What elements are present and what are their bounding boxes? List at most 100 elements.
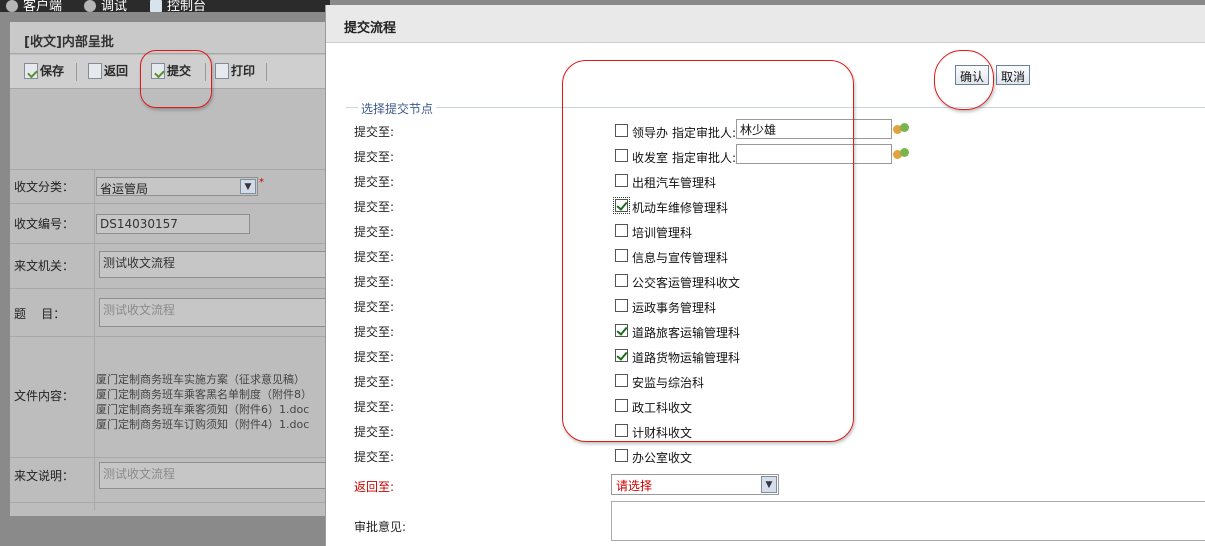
toolbar-divider [76,63,77,81]
print-button[interactable]: 打印 [215,62,255,79]
submit-to-label: 提交至: [354,350,395,364]
number-label: 收文编号： [14,217,75,231]
gear-icon [6,0,18,12]
topbar-item-client[interactable]: 客户端 [6,0,62,12]
form-column-divider [94,169,95,510]
node-name: 运政事务管理科 [632,301,717,315]
submit-to-label: 提交至: [354,200,395,214]
form-row-divider [10,502,330,503]
node-label: 公交客运管理科收文 [632,274,740,291]
topbar-item-console[interactable]: 控制台 [150,0,206,12]
chevron-down-icon: ▼ [761,476,777,493]
submit-to-label: 提交至: [354,175,395,189]
node-name: 公交客运管理科收文 [632,276,741,290]
form-row-divider [10,457,330,458]
node-name: 安监与综治科 [632,376,705,390]
node-name: 办公室收文 [632,451,693,465]
node-label: 道路货物运输管理科 [632,349,740,366]
submit-to-label: 提交至: [354,225,395,239]
fieldset-border [346,107,1205,108]
node-label: 运政事务管理科 [632,299,716,316]
node-label: 出租汽车管理科 [632,174,716,191]
node-checkbox[interactable] [615,374,628,387]
back-button[interactable]: 返回 [88,62,128,79]
document-link[interactable]: 厦门定制商务班车实施方案（征求意见稿） [96,372,312,387]
document-link[interactable]: 厦门定制商务班车乘客须知（附件6）1.doc [96,402,312,417]
gear-icon [84,0,96,12]
submit-icon [151,63,165,79]
node-checkbox[interactable] [615,124,628,137]
subject-field[interactable]: 测试收文流程 [99,298,330,327]
node-label: 道路旅客运输管理科 [632,324,740,341]
approver-input[interactable] [736,144,892,164]
opinion-label: 审批意见: [354,520,407,534]
form-toolbar: 保存 返回 提交 打印 [10,55,330,89]
node-label: 信息与宣传管理科 [632,249,728,266]
user-picker-icon[interactable] [893,147,909,161]
agency-label: 来文机关： [14,259,75,273]
form-window: [收文]内部呈批 保存 返回 提交 打印 1 收文分类： 收文编号： 来文机关：… [10,22,330,516]
node-checkbox[interactable] [615,324,628,337]
node-checkbox[interactable] [615,274,628,287]
node-name: 政工科收文 [632,401,693,415]
node-checkbox[interactable] [615,449,628,462]
note-label: 来文说明： [14,469,75,483]
node-name: 信息与宣传管理科 [632,251,729,265]
document-link[interactable]: 厦门定制商务班车订购须知（附件4）1.doc [96,417,312,432]
node-checkbox[interactable] [615,174,628,187]
category-label: 收文分类： [14,180,75,194]
note-field[interactable]: 测试收文流程 [99,462,330,489]
node-checkbox[interactable] [613,197,630,214]
fieldset-legend: 选择提交节点 [358,100,437,117]
back-icon [88,63,102,79]
node-checkbox[interactable] [615,349,628,362]
node-checkbox[interactable] [615,399,628,412]
save-icon [24,63,38,79]
document-list: 厦门定制商务班车实施方案（征求意见稿） 厦门定制商务班车乘客黑名单制度（附件8）… [96,372,312,432]
submit-to-label: 提交至: [354,125,395,139]
toolbar-divider [266,63,267,81]
node-checkbox[interactable] [615,224,628,237]
console-icon [150,0,162,12]
node-name: 出租汽车管理科 [632,176,717,190]
approver-input[interactable]: 林少雄 [736,119,892,139]
node-checkbox[interactable] [615,299,628,312]
user-picker-icon[interactable] [893,122,909,136]
node-name: 计财科收文 [632,426,693,440]
submit-to-label: 提交至: [354,450,395,464]
submit-to-label: 提交至: [354,275,395,289]
node-name: 道路货物运输管理科 [632,351,741,365]
submit-to-label: 提交至: [354,150,395,164]
return-select[interactable]: 请选择 ▼ [611,474,779,495]
node-name: 培训管理科 [632,226,693,240]
submit-button[interactable]: 提交 [151,62,191,79]
category-select[interactable]: 省运管局 ▼ [96,177,258,196]
return-label: 返回至: [354,480,395,494]
approver-label: 指定审批人: [672,151,737,165]
node-name: 领导办 [632,126,669,140]
node-label: 机动车维修管理科 [632,199,728,216]
topbar-item-debug[interactable]: 调试 [84,0,127,12]
node-label: 政工科收文 [632,399,692,416]
top-menu-bar: 客户端 调试 控制台 [0,0,330,12]
document-link[interactable]: 厦门定制商务班车乘客黑名单制度（附件8） [96,387,312,402]
form-row-divider [10,169,330,170]
printer-icon [215,63,229,79]
required-marker: * [259,177,264,188]
node-checkbox[interactable] [615,149,628,162]
node-checkbox[interactable] [615,424,628,437]
node-checkbox[interactable] [615,249,628,262]
form-row-divider [10,203,330,204]
form-row-divider [10,336,330,337]
agency-field[interactable]: 测试收文流程 [99,251,330,278]
node-label: 计财科收文 [632,424,692,441]
number-field[interactable]: DS14030157 [96,214,250,234]
dialog-title: 提交流程 [326,5,1205,43]
opinion-textarea[interactable] [611,501,1205,541]
confirm-button[interactable]: 确认 [955,65,990,85]
cancel-button[interactable]: 取消 [996,65,1031,85]
node-label: 收发室 指定审批人: [632,149,736,166]
submit-process-dialog: 提交流程 确认 取消 选择提交节点 提交至: 林少雄 领导办 指定审批人: 提交至: 收发… [325,5,1205,546]
node-label: 培训管理科 [632,224,692,241]
save-button[interactable]: 保存 [24,62,64,79]
